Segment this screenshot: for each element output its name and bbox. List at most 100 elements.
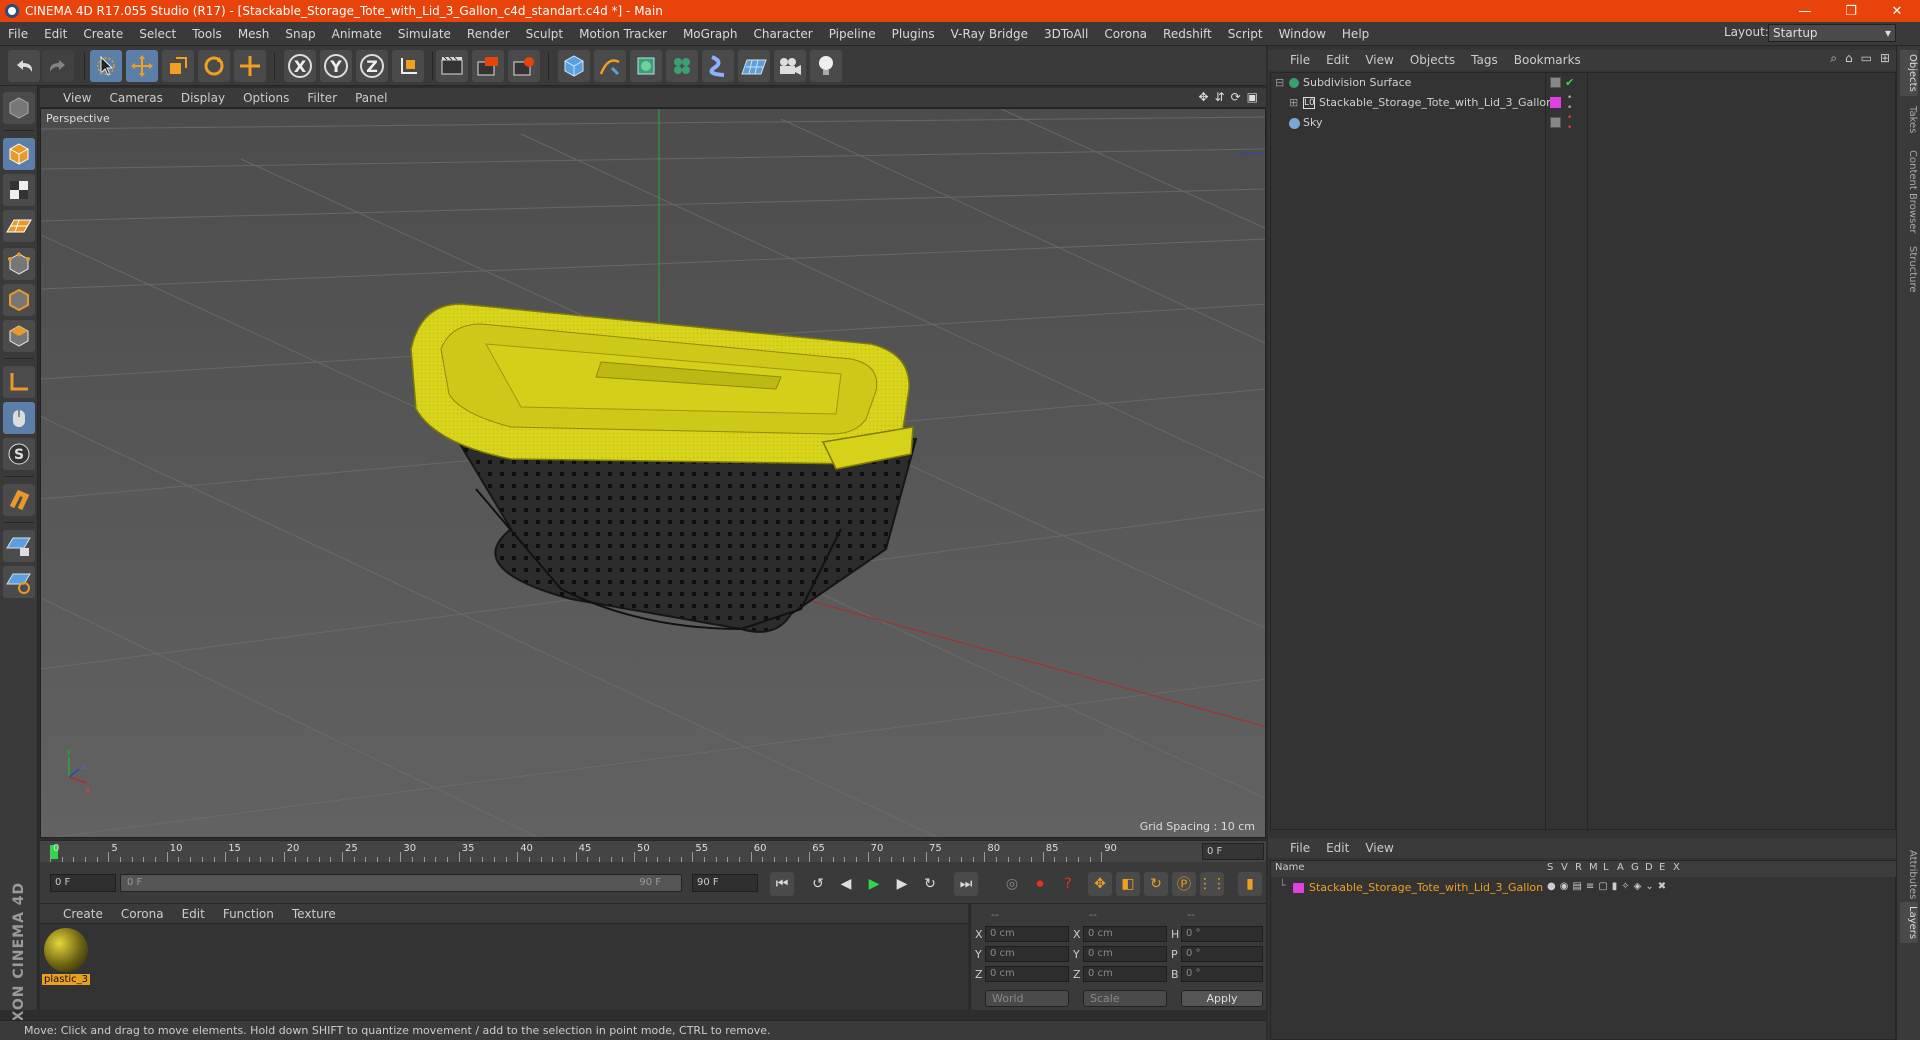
pos-x-field[interactable]: 0 cm	[985, 926, 1069, 942]
floor-icon[interactable]	[738, 50, 770, 82]
rotate-tool-icon[interactable]	[198, 50, 230, 82]
menu-select[interactable]: Select	[131, 27, 184, 41]
menu-mograph[interactable]: MoGraph	[675, 27, 746, 41]
redo-icon[interactable]	[42, 50, 74, 82]
layer-column-a[interactable]: A	[1617, 862, 1624, 873]
camera-icon[interactable]	[774, 50, 806, 82]
menu-sculpt[interactable]: Sculpt	[518, 27, 571, 41]
timeline-ruler[interactable]: 0 F 0 5 10 15 20 25 30 35 40 45 50 55 60 65 70 75 80 85 90	[40, 840, 1266, 862]
layer-column-l[interactable]: L	[1603, 862, 1609, 873]
key-position-icon[interactable]: ✥	[1088, 872, 1112, 896]
generator-icon[interactable]: ✧	[1621, 881, 1629, 892]
object-name[interactable]: Sky	[1303, 113, 1322, 133]
tab-content-browser[interactable]: Content Browser	[1900, 146, 1918, 237]
material-item[interactable]: plastic_3	[40, 924, 100, 994]
recent-tools-icon[interactable]	[234, 50, 266, 82]
viewport-menu-view[interactable]: View	[54, 91, 100, 105]
size-y-field[interactable]: 0 cm	[1083, 946, 1167, 962]
coordinate-system-icon[interactable]	[392, 50, 424, 82]
object-menu-file[interactable]: File	[1282, 53, 1318, 67]
object-menu-edit[interactable]: Edit	[1318, 53, 1357, 67]
go-to-start-icon[interactable]: ⏮	[770, 872, 794, 896]
edges-mode-icon[interactable]	[3, 284, 35, 316]
layer-column-r[interactable]: R	[1575, 862, 1582, 873]
object-menu-objects[interactable]: Objects	[1402, 53, 1463, 67]
key-rotation-icon[interactable]: ↻	[1144, 872, 1168, 896]
live-selection-icon[interactable]	[90, 50, 122, 82]
deformer-icon[interactable]	[702, 50, 734, 82]
key-parameter-icon[interactable]: Ⓟ	[1172, 872, 1196, 896]
menu-motion-tracker[interactable]: Motion Tracker	[571, 27, 675, 41]
layer-column-g[interactable]: G	[1631, 862, 1639, 873]
layer-menu-edit[interactable]: Edit	[1318, 841, 1357, 855]
menu-create[interactable]: Create	[75, 27, 131, 41]
object-menu-bookmarks[interactable]: Bookmarks	[1506, 53, 1589, 67]
material-name[interactable]: plastic_3	[42, 974, 91, 985]
go-to-end-icon[interactable]: ⏭	[954, 872, 978, 896]
go-to-next-key-icon[interactable]: ↻	[918, 872, 942, 896]
model-mode-icon[interactable]	[3, 138, 35, 170]
layer-menu-file[interactable]: File	[1282, 841, 1318, 855]
view-eye-icon[interactable]: ◉	[1560, 881, 1569, 892]
menu-file[interactable]: File	[0, 27, 36, 41]
deformer-flag-icon[interactable]: ◈	[1634, 881, 1642, 892]
menu-tools[interactable]: Tools	[184, 27, 230, 41]
timeline-window-icon[interactable]: ▮	[1238, 872, 1262, 896]
visibility-dots-icon[interactable]: • •	[1567, 93, 1572, 113]
workplane-lock-icon[interactable]	[3, 530, 35, 562]
perspective-viewport[interactable]: y z x Perspective Grid Spacing : 10 cm	[40, 108, 1266, 838]
viewport-menu-cameras[interactable]: Cameras	[100, 91, 171, 105]
menu-window[interactable]: Window	[1271, 27, 1334, 41]
points-mode-icon[interactable]	[3, 248, 35, 280]
material-thumbnail[interactable]	[44, 928, 88, 972]
panel-toggle-icon[interactable]: ⊞	[1880, 51, 1890, 66]
new-view-icon[interactable]: ▭	[1861, 51, 1872, 66]
render-view-icon[interactable]	[436, 50, 468, 82]
layer-row[interactable]: └ Stackable_Storage_Tote_with_Lid_3_Gall…	[1271, 879, 1891, 897]
menu-3dtoall[interactable]: 3DToAll	[1036, 27, 1096, 41]
lock-icon[interactable]: ▢	[1598, 881, 1607, 892]
layout-select[interactable]: Startup	[1768, 24, 1896, 42]
material-menu-create[interactable]: Create	[54, 907, 112, 921]
menu-help[interactable]: Help	[1334, 27, 1377, 41]
material-menu-texture[interactable]: Texture	[283, 907, 345, 921]
object-menu-view[interactable]: View	[1357, 53, 1401, 67]
viewport-menu-display[interactable]: Display	[172, 91, 234, 105]
menu-corona[interactable]: Corona	[1096, 27, 1155, 41]
material-menu-edit[interactable]: Edit	[173, 907, 214, 921]
tab-structure[interactable]: Structure	[1900, 242, 1918, 297]
size-z-field[interactable]: 0 cm	[1083, 966, 1167, 982]
workplane-rotate-icon[interactable]	[3, 566, 35, 598]
rot-p-field[interactable]: 0 °	[1181, 946, 1263, 962]
material-menu-corona[interactable]: Corona	[112, 907, 173, 921]
object-name[interactable]: Subdivision Surface	[1303, 73, 1411, 93]
step-forward-icon[interactable]: ▶	[890, 872, 914, 896]
enabled-check-icon[interactable]: ✔	[1565, 73, 1574, 93]
pos-z-field[interactable]: 0 cm	[985, 966, 1069, 982]
menu-v-ray-bridge[interactable]: V-Ray Bridge	[943, 27, 1036, 41]
snapping-icon[interactable]: S	[3, 438, 35, 470]
tab-objects[interactable]: Objects	[1900, 50, 1918, 96]
end-frame-field[interactable]: 90 F	[692, 874, 758, 892]
record-active-objects-icon[interactable]: ⏺	[1028, 872, 1052, 896]
tab-takes[interactable]: Takes	[1900, 102, 1918, 137]
tweak-mode-icon[interactable]	[3, 402, 35, 434]
layer-column-d[interactable]: D	[1645, 862, 1653, 873]
visibility-toggle-icon[interactable]	[1550, 117, 1561, 128]
cloner-icon[interactable]	[666, 50, 698, 82]
layer-name[interactable]: Stackable_Storage_Tote_with_Lid_3_Gallon	[1309, 881, 1543, 894]
enable-axis-icon[interactable]	[3, 366, 35, 398]
restore-icon[interactable]: ❐	[1828, 0, 1874, 22]
menu-pipeline[interactable]: Pipeline	[821, 27, 884, 41]
coordinate-mode-select[interactable]: World	[985, 990, 1069, 1007]
go-to-previous-key-icon[interactable]: ↺	[806, 872, 830, 896]
viewport-menu-panel[interactable]: Panel	[346, 91, 396, 105]
viewport-menu-options[interactable]: Options	[234, 91, 298, 105]
polygons-mode-icon[interactable]	[3, 320, 35, 352]
y-axis-lock-button[interactable]: Y	[320, 50, 352, 82]
zoom-view-icon[interactable]: ⇵	[1215, 90, 1225, 104]
tab-layers[interactable]: Layers	[1900, 902, 1918, 944]
pos-y-field[interactable]: 0 cm	[985, 946, 1069, 962]
layer-column-x[interactable]: X	[1673, 862, 1680, 873]
render-to-picture-viewer-icon[interactable]	[472, 50, 504, 82]
